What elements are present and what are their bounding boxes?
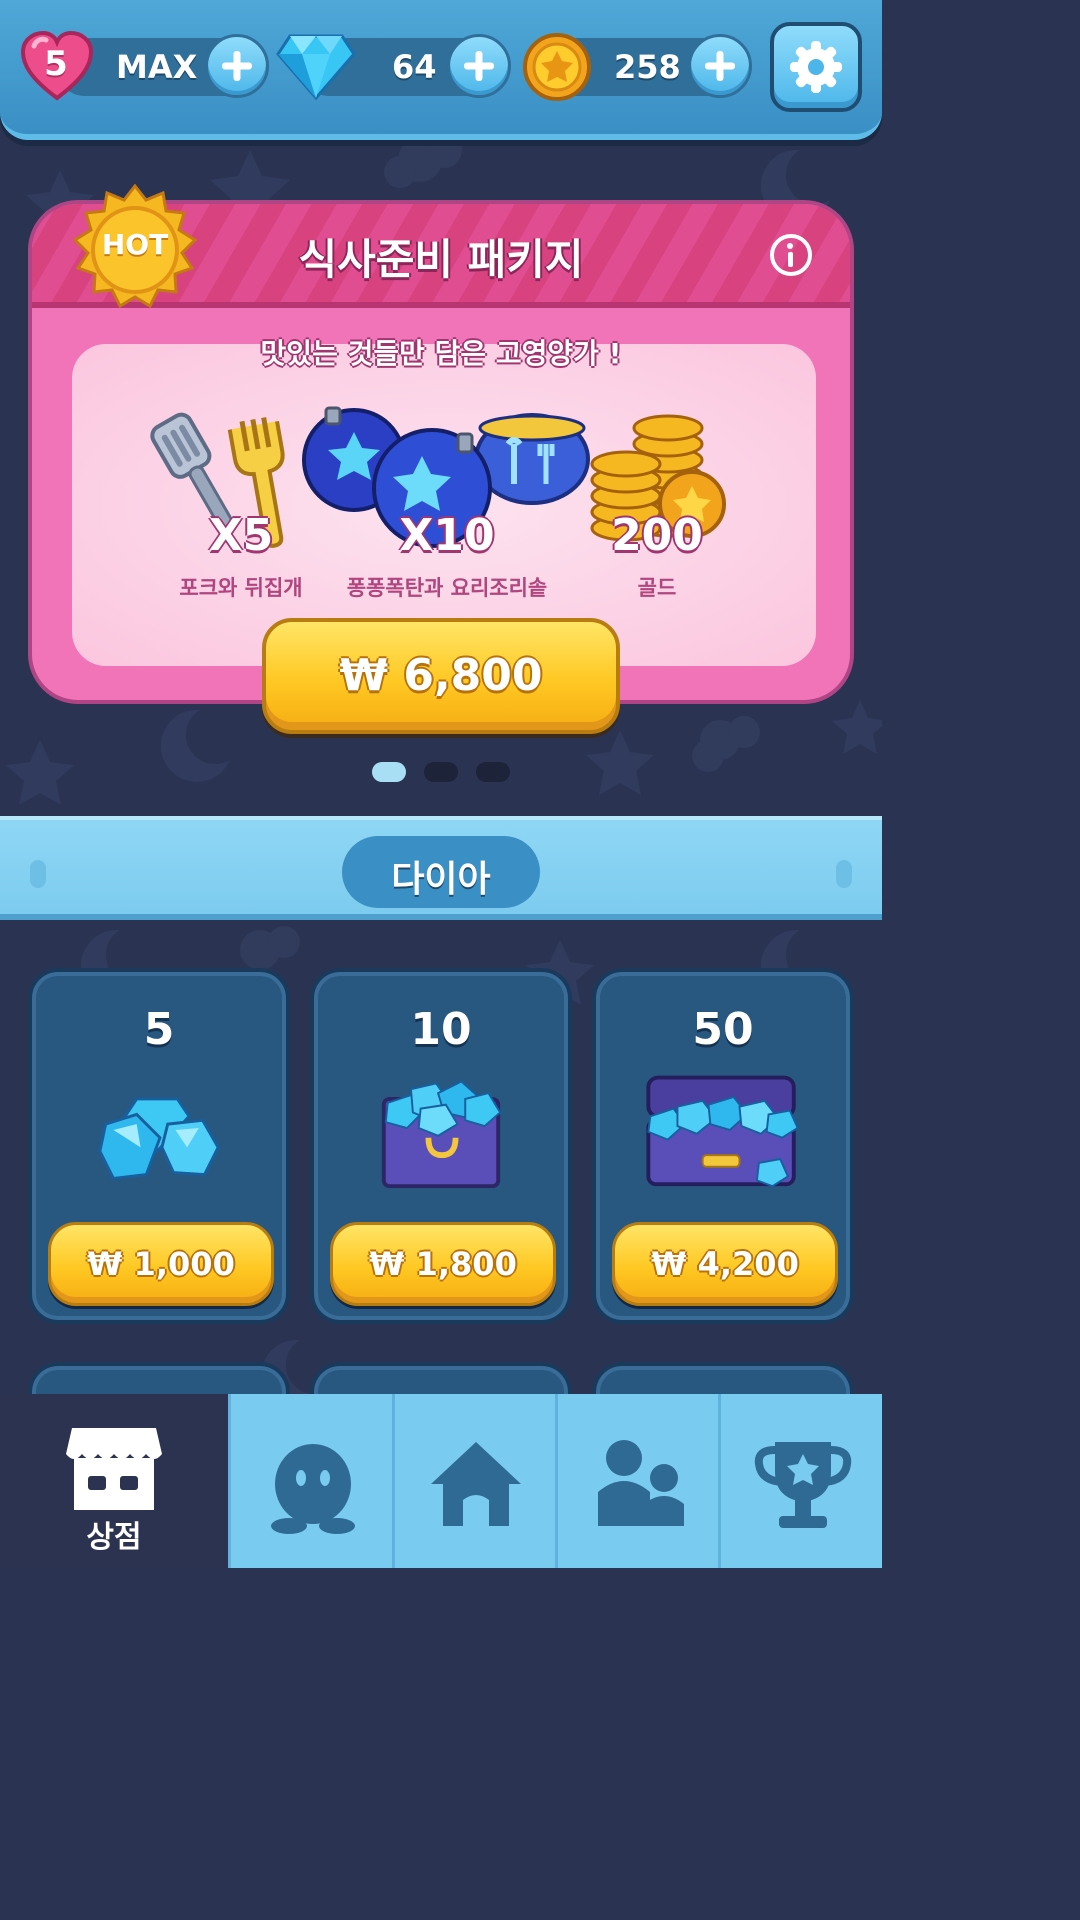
diamond-amount: 5: [143, 1004, 175, 1055]
bottom-navigation: 상점: [0, 1394, 882, 1568]
character-icon: [271, 1444, 355, 1534]
settings-button[interactable]: [770, 22, 862, 112]
diamond-buy-button[interactable]: ₩ 4,200: [612, 1222, 838, 1306]
section-title-pill: 다이아: [342, 836, 540, 908]
section-rivet-left: [30, 860, 46, 888]
diamond-price: ₩ 1,000: [87, 1245, 235, 1283]
carousel-dot-1[interactable]: [372, 762, 406, 782]
diamond-buy-button[interactable]: ₩ 1,800: [330, 1222, 556, 1306]
diamond-price: ₩ 4,200: [651, 1245, 799, 1283]
diamond-offer-card[interactable]: 10 ₩ 1,800: [310, 968, 572, 1324]
diamond-small-pile-icon: [98, 1097, 220, 1180]
carousel-dot-2[interactable]: [424, 762, 458, 782]
package-item-label: 골드: [637, 576, 677, 600]
add-gold-button[interactable]: [688, 34, 752, 98]
gold-coin-icon: [523, 33, 591, 101]
carousel-dot-3[interactable]: [476, 762, 510, 782]
lives-count: 5: [44, 44, 68, 84]
package-item-qty: 200: [611, 510, 703, 561]
package-price: ₩ 6,800: [339, 650, 543, 701]
tab-friends[interactable]: [555, 1394, 718, 1568]
diamond-offer-card[interactable]: 50 ₩ 4,200: [592, 968, 854, 1324]
package-buy-button[interactable]: ₩ 6,800: [262, 618, 620, 734]
info-icon[interactable]: [770, 234, 812, 276]
diamond-buy-button[interactable]: ₩ 1,000: [48, 1222, 274, 1306]
hot-badge-label: HOT: [101, 228, 169, 261]
diamond-price: ₩ 1,800: [369, 1245, 517, 1283]
section-header: 다이아: [0, 816, 882, 920]
home-icon: [431, 1442, 521, 1526]
diamond-icon: [276, 34, 356, 100]
diamond-amount: 50: [692, 1004, 754, 1055]
tab-shop[interactable]: 상점: [0, 1394, 228, 1568]
tab-shop-label: 상점: [86, 1520, 142, 1555]
gear-icon: [790, 41, 842, 93]
diamond-amount: 10: [410, 1004, 472, 1055]
friends-icon: [598, 1440, 684, 1526]
diamond-bag-icon: [381, 1080, 502, 1188]
section-rivet-right: [836, 860, 852, 888]
diamond-offer-card[interactable]: 5 ₩ 1,000: [28, 968, 290, 1324]
tab-ranking[interactable]: [718, 1394, 882, 1568]
package-subtitle: 맛있는 것들만 담은 고영양가 !: [260, 337, 622, 370]
diamond-chest-icon: [646, 1075, 799, 1188]
shop-icon: [66, 1428, 162, 1510]
resource-bar: 5 MAX 64 258: [0, 0, 882, 140]
trophy-icon: [754, 1442, 852, 1528]
gold-count: 258: [614, 48, 681, 86]
add-diamonds-button[interactable]: [447, 34, 511, 98]
lives-status: MAX: [116, 48, 198, 86]
package-item-gold: 200 골드: [542, 404, 772, 604]
tab-character[interactable]: [228, 1394, 392, 1568]
tab-home[interactable]: [392, 1394, 555, 1568]
diamonds-count: 64: [392, 48, 437, 86]
add-lives-button[interactable]: [205, 34, 269, 98]
section-title: 다이아: [391, 859, 491, 900]
